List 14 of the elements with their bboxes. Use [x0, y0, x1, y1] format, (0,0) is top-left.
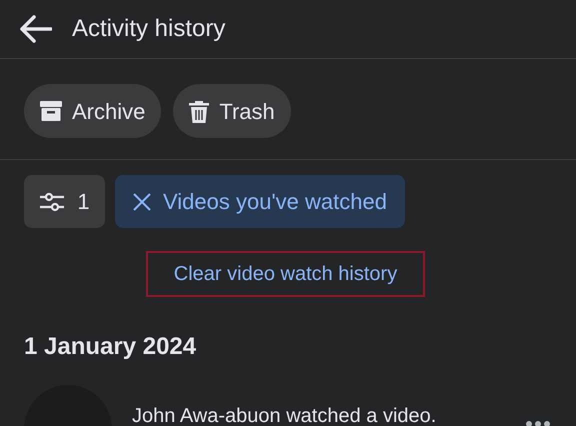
more-icon[interactable] [526, 421, 550, 426]
clear-history-link[interactable]: Clear video watch history [146, 251, 425, 297]
activity-text: John Awa-abuon watched a video. [132, 404, 436, 426]
filter-chip[interactable]: Videos you've watched [115, 175, 405, 228]
close-icon [133, 192, 151, 210]
back-icon[interactable] [20, 13, 52, 45]
trash-icon [189, 100, 210, 122]
archive-button[interactable]: Archive [24, 84, 162, 138]
date-heading: 1 January 2024 [24, 332, 198, 362]
trash-button[interactable]: Trash [173, 84, 291, 138]
filter-button[interactable]: 1 [24, 175, 105, 228]
page-title: Activity history [72, 14, 226, 44]
sliders-icon [39, 192, 66, 212]
archive-icon [40, 101, 62, 121]
